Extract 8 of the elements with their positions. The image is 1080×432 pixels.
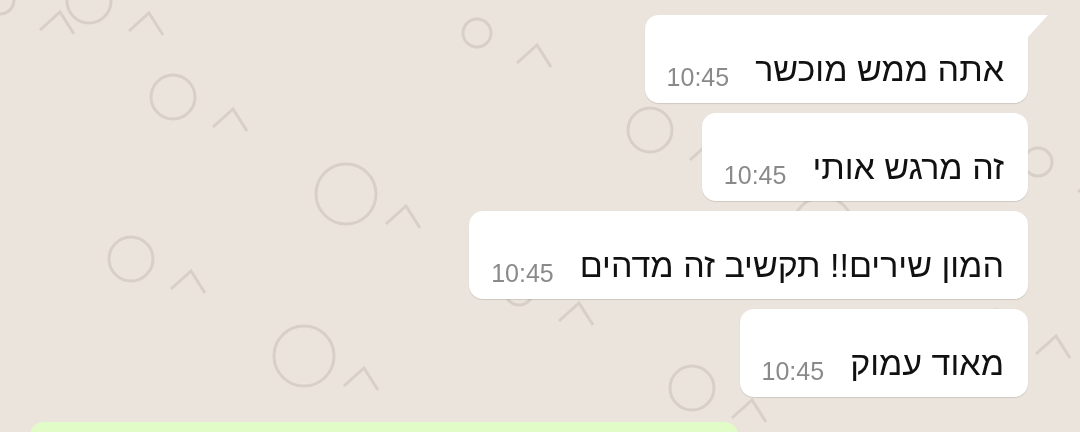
message-time: 10:45 <box>666 63 730 91</box>
message-text: אתה ממש מוכשר <box>755 49 1004 89</box>
message-time: 10:45 <box>761 357 825 385</box>
message-text: מאוד עמוק <box>850 343 1004 383</box>
message-text: זה מרגש אותי <box>812 147 1004 187</box>
message-text: המון שירים!! תקשיב זה מדהים <box>579 245 1004 285</box>
message-time: 10:45 <box>491 259 554 287</box>
message-time: 10:45 <box>723 161 787 189</box>
